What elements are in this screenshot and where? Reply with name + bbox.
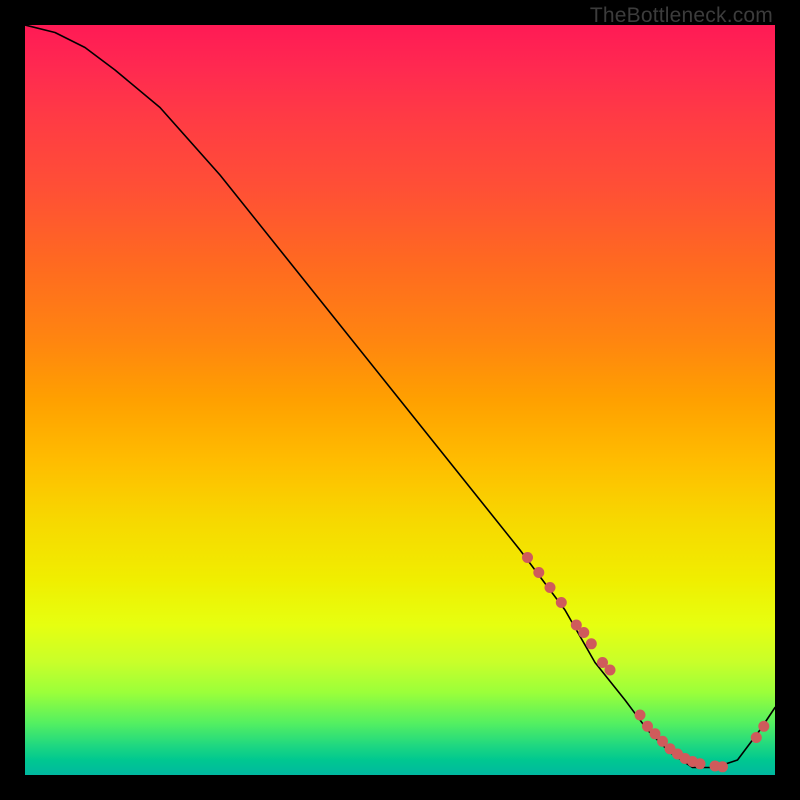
- chart-canvas: TheBottleneck.com: [0, 0, 800, 800]
- plot-area: [25, 25, 775, 775]
- watermark: TheBottleneck.com: [590, 4, 773, 28]
